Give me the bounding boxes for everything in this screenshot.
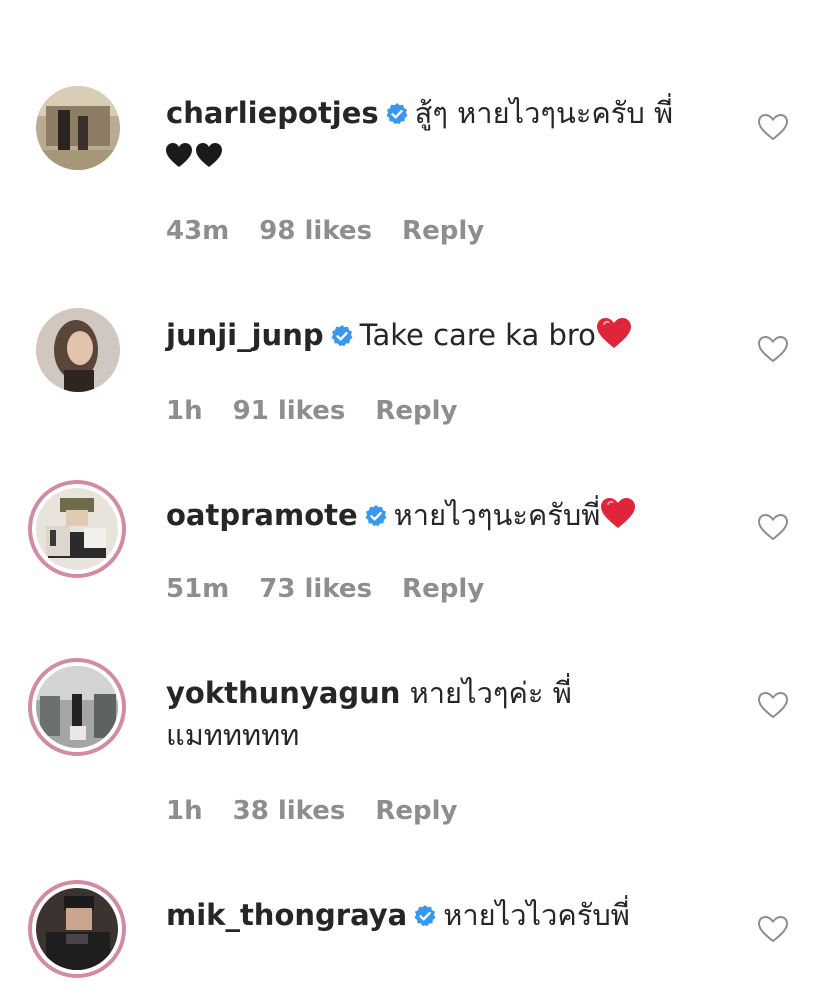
comment-time: 43m: [166, 216, 230, 246]
like-heart-icon[interactable]: [756, 914, 790, 944]
verified-badge-icon: [364, 504, 388, 528]
avatar-story-ring[interactable]: [28, 658, 126, 756]
avatar-story-ring[interactable]: [28, 480, 126, 578]
like-heart-icon[interactable]: [756, 334, 790, 364]
comment-likes[interactable]: 38 likes: [233, 796, 346, 826]
avatar-story-ring[interactable]: [28, 880, 126, 978]
reply-button[interactable]: Reply: [402, 216, 484, 246]
comments-list: charliepotjes สู้ๆ หายไวๆนะครับ พี่ 43m 98…: [0, 0, 828, 1000]
comment-text: สู้ๆ หายไวๆนะครับ พี่: [414, 96, 674, 130]
comment-time: 1h: [166, 396, 203, 426]
comment-time: 1h: [166, 796, 203, 826]
red-heart-emoji-icon: [600, 497, 636, 529]
comment-body: charliepotjes สู้ๆ หายไวๆนะครับ พี่: [166, 92, 706, 176]
verified-badge-icon: [330, 324, 354, 348]
avatar: [36, 666, 118, 748]
comment-username[interactable]: junji_junp: [166, 318, 324, 352]
comment-text: หายไวๆนะครับพี่: [393, 498, 601, 532]
avatar: [36, 888, 118, 970]
comment-username[interactable]: oatpramote: [166, 498, 358, 532]
avatar: [36, 488, 118, 570]
avatar[interactable]: [36, 86, 120, 170]
black-heart-emoji-icon: [166, 143, 222, 169]
comment-body: yokthunyagun หายไวๆค่ะ พี่ แมททททท: [166, 672, 706, 756]
avatar[interactable]: [36, 308, 120, 392]
comment-body: mik_thongraya หายไวไวครับพี่: [166, 894, 706, 936]
verified-badge-icon: [385, 102, 409, 126]
comment-meta: 1h 91 likes Reply: [166, 396, 488, 426]
comment-body: junji_junp Take care ka bro: [166, 314, 706, 356]
comment-username[interactable]: mik_thongraya: [166, 898, 407, 932]
comment-meta: 51m 73 likes Reply: [166, 574, 514, 604]
comment-meta: 1h 38 likes Reply: [166, 796, 488, 826]
like-heart-icon[interactable]: [756, 512, 790, 542]
reply-button[interactable]: Reply: [402, 574, 484, 604]
comment-text: Take care ka bro: [359, 318, 596, 352]
comment-username[interactable]: charliepotjes: [166, 96, 379, 130]
comment-username[interactable]: yokthunyagun: [166, 676, 400, 710]
comment-likes[interactable]: 91 likes: [233, 396, 346, 426]
comment-time: 51m: [166, 574, 230, 604]
comment-likes[interactable]: 73 likes: [259, 574, 372, 604]
reply-button[interactable]: Reply: [375, 396, 457, 426]
verified-badge-icon: [413, 904, 437, 928]
red-heart-emoji-icon: [596, 317, 632, 349]
reply-button[interactable]: Reply: [375, 796, 457, 826]
comment-text: หายไวไวครับพี่: [443, 898, 630, 932]
like-heart-icon[interactable]: [756, 690, 790, 720]
comment-likes[interactable]: 98 likes: [259, 216, 372, 246]
comment-body: oatpramote หายไวๆนะครับพี่: [166, 494, 706, 536]
comment-meta: 43m 98 likes Reply: [166, 216, 514, 246]
like-heart-icon[interactable]: [756, 112, 790, 142]
